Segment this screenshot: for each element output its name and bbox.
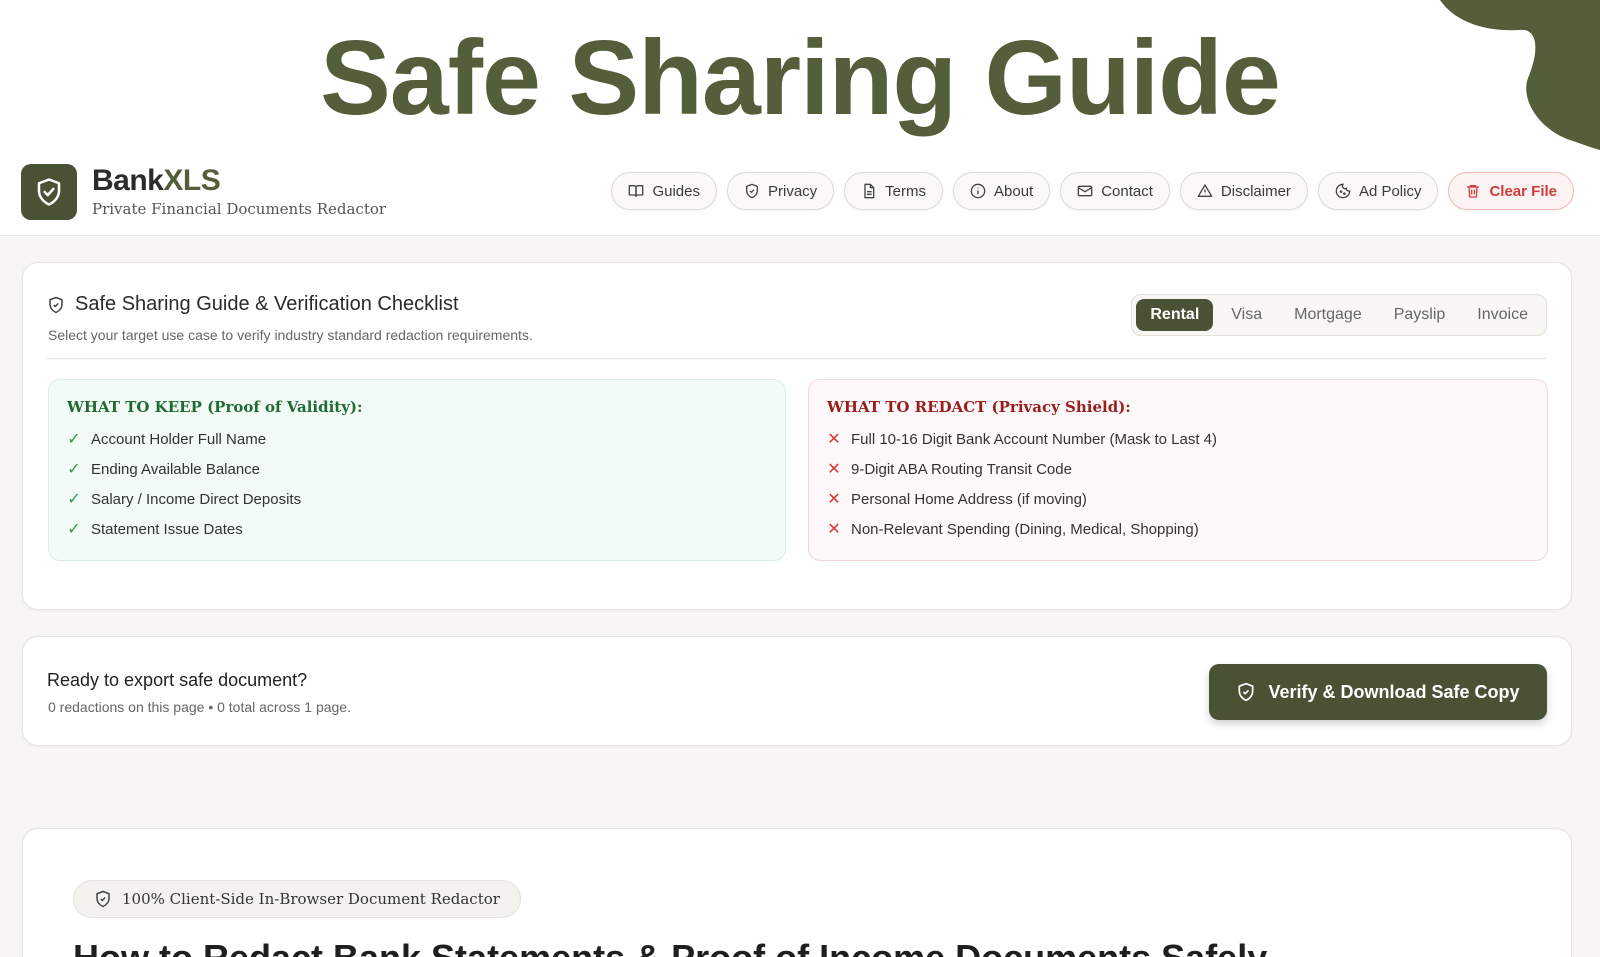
list-item: ✓ Ending Available Balance [67,460,261,479]
check-icon: ✓ [67,431,81,448]
article-heading: How to Redact Bank Statements & Proof of… [73,937,1267,957]
brand-name: BankXLS [92,164,221,197]
document-icon [864,183,875,199]
use-case-tabs: Rental Visa Mortgage Payslip Invoice [1131,294,1547,336]
top-nav: Guides Privacy Terms About Contact Discl… [611,172,1574,210]
checklist-subtitle: Select your target use case to verify in… [48,327,533,343]
banner-title: Safe Sharing Guide [320,19,1281,137]
nav-disclaimer-button[interactable]: Disclaimer [1179,172,1308,210]
shield-check-icon [37,178,61,206]
tab-payslip[interactable]: Payslip [1380,299,1460,331]
tab-visa[interactable]: Visa [1217,299,1276,331]
warning-icon [1197,184,1213,197]
nav-about-button[interactable]: About [953,172,1051,210]
list-item: ✓ Statement Issue Dates [67,520,243,539]
shield-icon [96,890,110,908]
app-header: BankXLS Private Financial Documents Reda… [0,152,1600,236]
list-item: ✕ Non-Relevant Spending (Dining, Medical,… [827,520,1199,539]
list-item: ✕ Personal Home Address (if moving) [827,490,1087,509]
tab-invoice[interactable]: Invoice [1463,299,1542,331]
list-item: ✕ 9-Digit ABA Routing Transit Code [827,460,1072,479]
x-icon: ✕ [827,431,841,448]
nav-ad-policy-button[interactable]: Ad Policy [1317,172,1439,210]
banner: Safe Sharing Guide [0,0,1600,152]
mail-icon [1077,185,1093,197]
brand: BankXLS Private Financial Documents Reda… [92,164,386,218]
x-icon: ✕ [827,491,841,508]
shield-icon [745,183,758,199]
divider [47,358,1547,359]
check-icon: ✓ [67,521,81,538]
verify-download-button[interactable]: Verify & Download Safe Copy [1209,664,1547,720]
checklist-title: Safe Sharing Guide & Verification Checkl… [47,293,459,316]
keep-heading: WHAT TO KEEP (Proof of Validity): [67,398,363,416]
export-title: Ready to export safe document? [47,670,308,690]
checklist-card: Safe Sharing Guide & Verification Checkl… [22,262,1572,610]
redaction-status: 0 redactions on this page • 0 total acro… [48,699,351,715]
check-icon: ✓ [67,461,81,478]
article-card: 100% Client-Side In-Browser Document Red… [22,828,1572,957]
trash-icon [1467,185,1480,198]
list-item: ✓ Salary / Income Direct Deposits [67,490,302,509]
x-icon: ✕ [827,461,841,478]
x-icon: ✕ [827,521,841,538]
check-icon: ✓ [67,491,81,508]
export-card: Ready to export safe document? 0 redacti… [22,636,1572,746]
list-item: ✓ Account Holder Full Name [67,430,267,449]
shield-check-icon [1238,682,1254,702]
tab-mortgage[interactable]: Mortgage [1280,299,1376,331]
logo[interactable] [21,164,77,220]
info-icon [970,183,986,199]
clear-file-button[interactable]: Clear File [1448,172,1574,210]
cookie-icon [1335,183,1351,199]
client-side-badge: 100% Client-Side In-Browser Document Red… [73,880,521,918]
list-item: ✕ Full 10-16 Digit Bank Account Number (M… [827,430,1217,449]
shield-icon [49,296,63,313]
nav-terms-button[interactable]: Terms [844,172,944,210]
redact-panel: WHAT TO REDACT (Privacy Shield): ✕ Full 1… [808,379,1548,561]
nav-privacy-button[interactable]: Privacy [726,172,835,210]
keep-panel: WHAT TO KEEP (Proof of Validity): ✓ Accou… [48,379,786,561]
brand-subtitle: Private Financial Documents Redactor [92,200,387,218]
book-icon [629,185,644,197]
nav-contact-button[interactable]: Contact [1060,172,1170,210]
decorative-blob [1440,0,1600,150]
nav-guides-button[interactable]: Guides [611,172,717,210]
redact-heading: WHAT TO REDACT (Privacy Shield): [827,398,1131,416]
tab-rental[interactable]: Rental [1136,299,1214,331]
